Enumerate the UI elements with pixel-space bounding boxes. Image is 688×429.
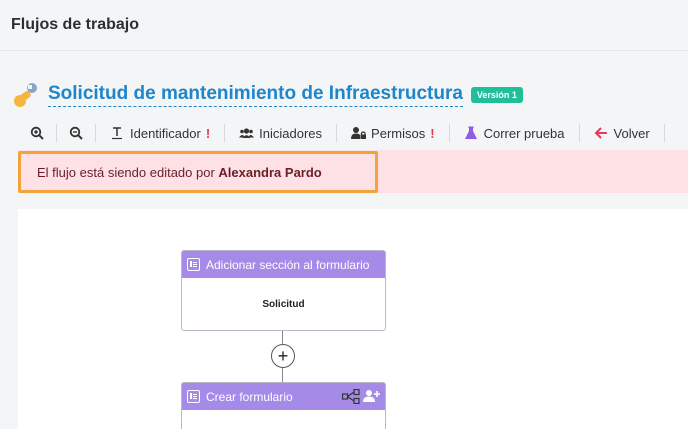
text-height-icon bbox=[110, 126, 124, 140]
arrow-left-icon bbox=[594, 126, 608, 140]
warning-mark: ! bbox=[430, 125, 435, 141]
flow-header: Solicitud de mantenimiento de Infraestru… bbox=[12, 80, 523, 110]
connector-line bbox=[282, 331, 283, 344]
form-icon bbox=[187, 258, 200, 271]
volver-button[interactable]: Volver bbox=[580, 121, 664, 145]
form-icon bbox=[187, 390, 200, 403]
page-title: Flujos de trabajo bbox=[11, 16, 140, 33]
correr-prueba-button[interactable]: Correr prueba bbox=[450, 121, 579, 145]
wrench-icon bbox=[12, 81, 40, 109]
zoom-out-icon bbox=[69, 126, 83, 140]
user-plus-icon[interactable] bbox=[363, 389, 380, 406]
workflow-node[interactable]: Adicionar sección al formulario Solicitu… bbox=[181, 250, 386, 331]
zoom-in-button[interactable] bbox=[18, 121, 56, 145]
workflow-node[interactable]: Crear formulario bbox=[181, 382, 386, 429]
node-header: Crear formulario bbox=[182, 383, 385, 410]
user-lock-icon bbox=[351, 126, 367, 140]
node-title: Crear formulario bbox=[206, 389, 293, 404]
alert-message: El flujo está siendo editado por Alexand… bbox=[37, 165, 322, 180]
permisos-button[interactable]: Permisos ! bbox=[337, 121, 449, 145]
flask-icon bbox=[464, 126, 478, 140]
connector-line bbox=[282, 368, 283, 382]
top-bar: Flujos de trabajo bbox=[0, 0, 688, 51]
node-body: Solicitud bbox=[262, 299, 305, 310]
version-badge: Versión 1 bbox=[470, 87, 523, 103]
alert-prefix: El flujo está siendo editado por bbox=[37, 165, 215, 180]
alert-user: Alexandra Pardo bbox=[218, 165, 322, 180]
warning-mark: ! bbox=[205, 125, 211, 141]
zoom-out-button[interactable] bbox=[57, 121, 95, 145]
toolbar: Identificador ! Iniciadores Permisos ! C… bbox=[18, 121, 688, 145]
permisos-label: Permisos bbox=[371, 125, 426, 141]
identificador-label: Identificador bbox=[130, 125, 201, 141]
node-title: Adicionar sección al formulario bbox=[206, 257, 370, 272]
users-icon bbox=[239, 126, 255, 140]
toolbar-divider bbox=[663, 124, 665, 142]
add-step-button[interactable]: + bbox=[271, 344, 295, 368]
flow-title[interactable]: Solicitud de mantenimiento de Infraestru… bbox=[48, 83, 463, 107]
volver-label: Volver bbox=[613, 125, 650, 141]
zoom-in-icon bbox=[30, 126, 44, 140]
correr-prueba-label: Correr prueba bbox=[483, 125, 565, 141]
identificador-button[interactable]: Identificador ! bbox=[96, 121, 224, 145]
node-header: Adicionar sección al formulario bbox=[182, 251, 385, 278]
iniciadores-label: Iniciadores bbox=[259, 125, 323, 141]
iniciadores-button[interactable]: Iniciadores bbox=[225, 121, 336, 145]
share-icon[interactable] bbox=[341, 388, 360, 407]
